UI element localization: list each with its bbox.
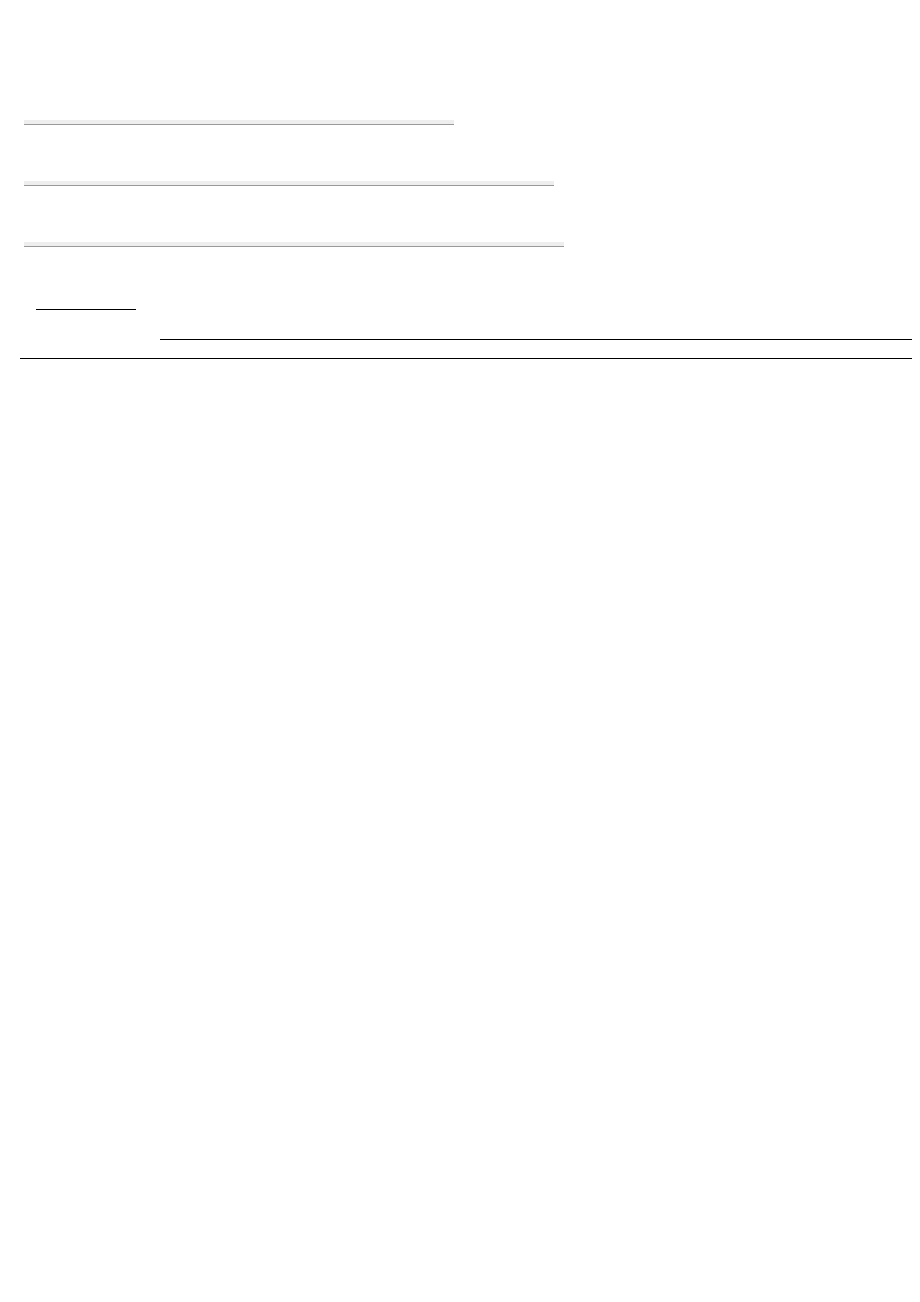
q5-option-d[interactable] (160, 337, 912, 340)
q3-option-d[interactable] (108, 214, 920, 230)
section-3-header (20, 356, 912, 359)
question-4-number (0, 242, 24, 246)
judge-1-wrong[interactable] (470, 375, 830, 389)
fill-blank[interactable] (36, 309, 136, 310)
question-2-number (0, 120, 24, 124)
question-3-header (0, 181, 920, 186)
question-4-header (0, 242, 920, 247)
q2-option-d[interactable] (108, 153, 920, 169)
q4-option-d[interactable] (104, 267, 920, 283)
question-5-text (36, 299, 920, 315)
question-3-number (0, 181, 24, 185)
question-4-text (24, 242, 564, 247)
question-3-text (24, 181, 554, 186)
question-2-header (0, 120, 920, 125)
judge-1-correct[interactable] (110, 375, 470, 389)
question-2-text (24, 120, 454, 125)
judge-1-options (110, 375, 920, 389)
